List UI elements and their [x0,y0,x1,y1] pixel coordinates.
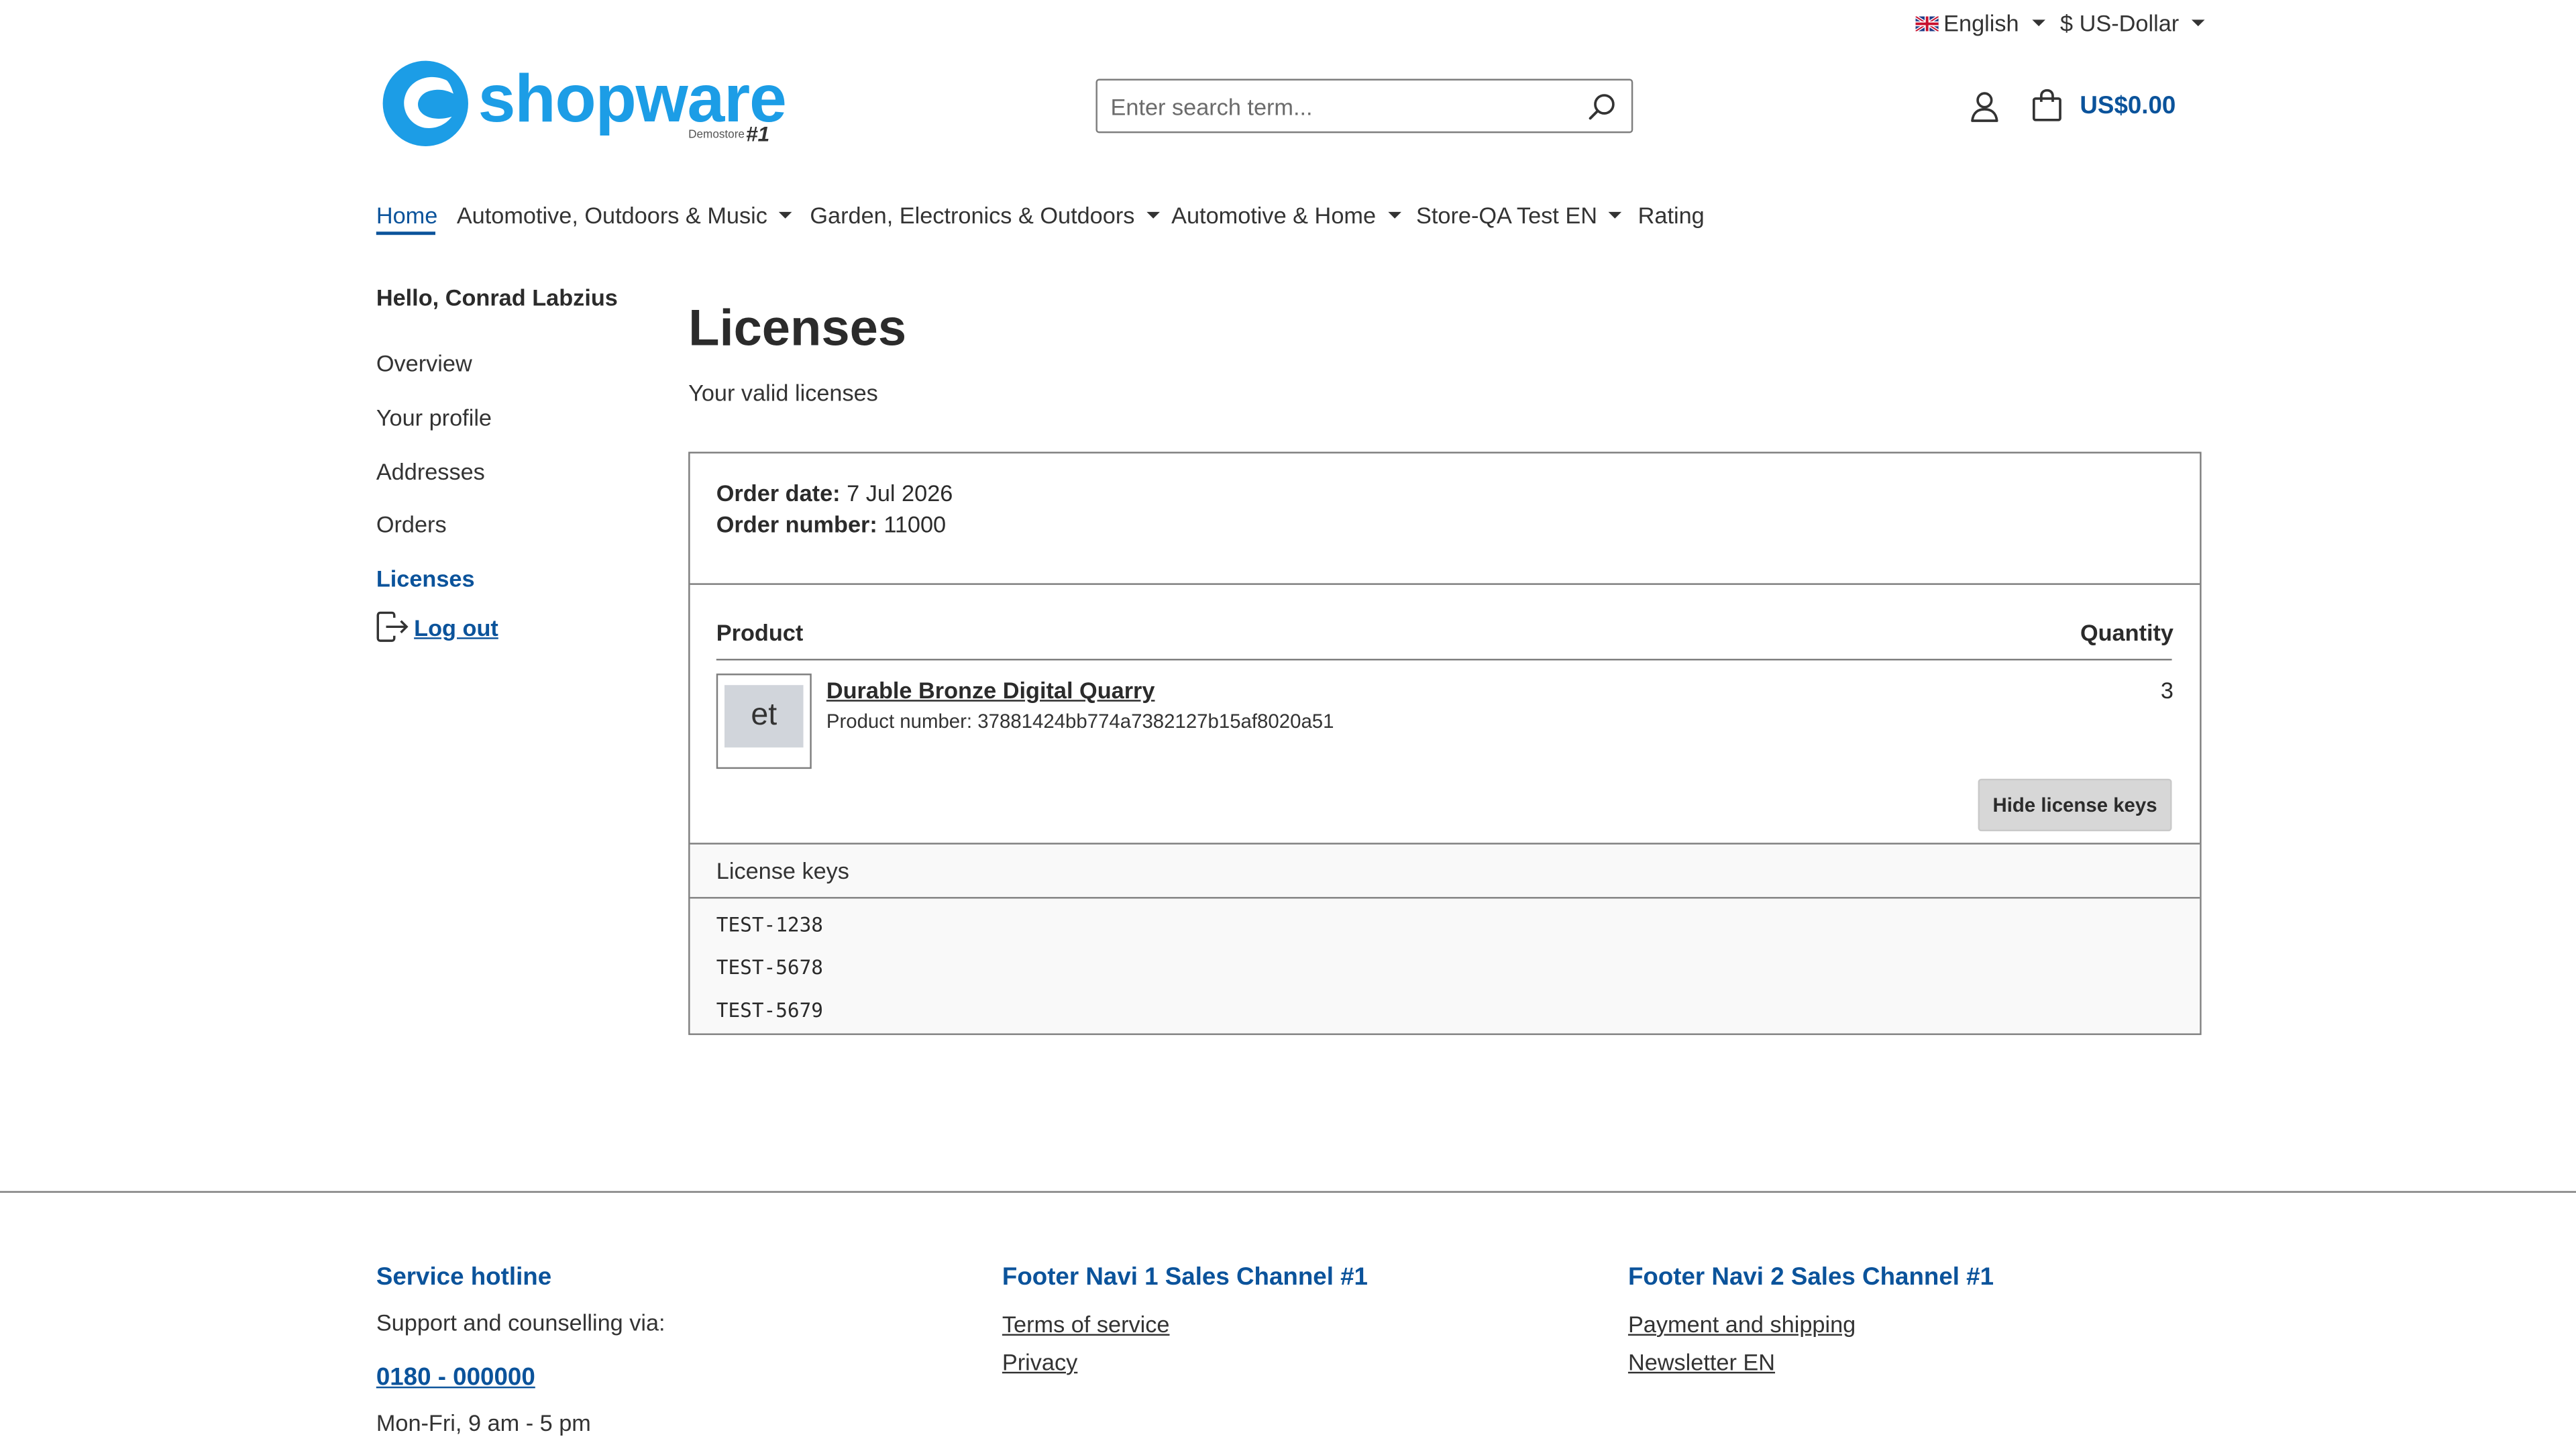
footer-service-text: Support and counselling via: [376,1309,665,1336]
account-icon[interactable] [1968,91,2001,123]
sidebar-item-your-profile[interactable]: Your profile [376,404,492,430]
product-thumbnail[interactable]: et [716,674,812,769]
nav-item-label: Store-QA Test EN [1416,202,1597,229]
license-key: TEST-1238 [716,913,824,936]
logout-label: Log out [414,613,498,640]
nav-item-automotive-outdoors-music[interactable]: Automotive, Outdoors & Music [457,202,792,228]
cart-button[interactable]: US$0.00 [2031,87,2176,123]
column-header-product: Product [716,619,804,646]
chevron-down-icon [779,211,792,219]
page: English $ US-Dollar shopware Demostore #… [0,0,2576,1449]
logout-icon [376,611,409,642]
search-icon[interactable] [1587,92,1617,121]
currency-label: $ US-Dollar [2060,9,2180,36]
license-keys-heading: License keys [716,857,849,884]
footer-service-hours: Mon-Fri, 9 am - 5 pm [376,1409,591,1436]
license-keys-header: License keys [690,843,2200,899]
product-name-link[interactable]: Durable Bronze Digital Quarry [826,677,1155,703]
footer-divider [0,1191,2576,1193]
product-number-label: Product number: [826,709,973,733]
logout-button[interactable]: Log out [376,611,498,643]
search-input[interactable] [1110,90,1571,122]
footer-link-newsletter[interactable]: Newsletter EN [1628,1349,1775,1375]
footer-navi2-heading: Footer Navi 2 Sales Channel #1 [1627,1263,1994,1291]
product-number-value: 37881424bb774a7382127b15af8020a51 [977,709,1334,733]
order-number-label: Order number: [716,511,877,537]
nav-item-label: Automotive, Outdoors & Music [456,202,767,229]
shopware-logo-icon [382,60,468,146]
footer-navi1-heading: Footer Navi 1 Sales Channel #1 [1002,1263,1368,1291]
column-header-quantity: Quantity [2080,619,2174,646]
hotline-phone-link[interactable]: 0180 - 000000 [376,1364,535,1392]
nav-item-label: Garden, Electronics & Outdoors [810,202,1135,229]
footer-link-terms-of-service[interactable]: Terms of service [1002,1311,1170,1337]
cart-price: US$0.00 [2080,91,2176,119]
order-number-value: 11000 [883,511,947,537]
chevron-down-icon [1146,211,1160,219]
logo-word: shopware [478,60,787,137]
product-thumbnail-placeholder: et [724,685,804,748]
account-greeting: Hello, Conrad Labzius [376,284,618,311]
chevron-down-icon [1609,211,1622,219]
footer-link-privacy[interactable]: Privacy [1002,1349,1077,1375]
search-box [1095,78,1633,133]
license-key: TEST-5679 [716,998,824,1022]
divider [690,583,2200,585]
footer-link-payment-shipping[interactable]: Payment and shipping [1628,1311,1856,1337]
order-number: Order number: 11000 [716,511,946,537]
sidebar-item-licenses[interactable]: Licenses [376,565,475,591]
nav-item-label: Rating [1638,202,1705,229]
nav-active-underline [376,231,435,235]
chevron-down-icon [1387,211,1401,219]
nav-item-label: Automotive & Home [1171,202,1377,229]
logo-number: #1 [745,121,770,146]
nav-item-home[interactable]: Home [376,202,437,228]
product-quantity: 3 [2160,676,2174,704]
footer-service-heading: Service hotline [376,1263,552,1291]
table-header-divider [716,659,2172,661]
nav-item-automotive-home[interactable]: Automotive & Home [1171,202,1401,228]
nav-item-store-qa-test[interactable]: Store-QA Test EN [1416,202,1622,228]
logo-demostore: Demostore [688,129,745,142]
hide-license-keys-button[interactable]: Hide license keys [1978,778,2172,832]
chevron-down-icon [2032,19,2045,27]
nav-item-rating[interactable]: Rating [1638,202,1705,228]
currency-selector[interactable]: $ US-Dollar [2060,9,2206,36]
license-card: Order date: 7 Jul 2026 Order number: 110… [688,451,2202,1035]
nav-item-garden-electronics-outdoors[interactable]: Garden, Electronics & Outdoors [810,202,1160,229]
nav-item-label: Home [376,202,438,229]
sidebar-item-orders[interactable]: Orders [376,511,447,537]
language-label: English [1943,9,2019,36]
shopping-bag-icon [2032,89,2061,121]
order-date: Order date: 7 Jul 2026 [716,480,953,506]
uk-flag-icon [1915,15,1939,31]
page-subtitle: Your valid licenses [688,379,878,406]
page-title: Licenses [688,299,907,357]
product-number: Product number: 37881424bb774a7382127b15… [826,710,1334,733]
license-key: TEST-5678 [716,956,824,979]
order-date-value: 7 Jul 2026 [847,480,953,506]
chevron-down-icon [2192,19,2206,27]
sidebar-item-addresses[interactable]: Addresses [376,458,485,484]
language-selector[interactable]: English [1915,9,2045,36]
order-date-label: Order date: [716,480,841,506]
license-keys-list: TEST-1238 TEST-5678 TEST-5679 [690,898,2200,1034]
shopware-logo[interactable]: shopware Demostore #1 [381,59,787,151]
sidebar-item-overview[interactable]: Overview [376,350,472,376]
